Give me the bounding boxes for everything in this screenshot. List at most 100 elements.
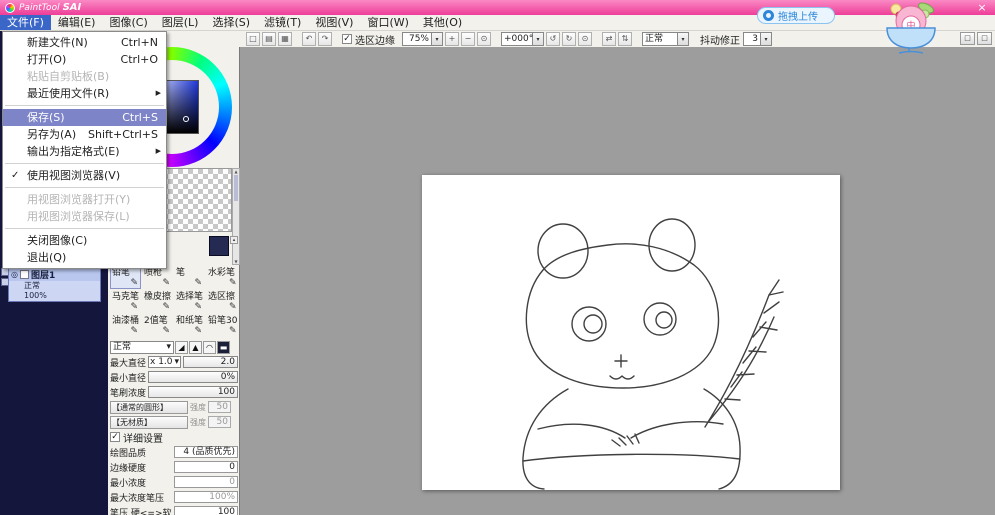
canvas-blend-select[interactable]: 正常 [642,32,678,46]
scroll-down-icon[interactable]: ▼ [233,259,239,264]
select-pen-icon: ✎ [195,302,203,312]
rotate-cw-button[interactable]: ↻ [562,32,576,46]
tool-pen[interactable]: 笔✎ [174,266,205,289]
menu-edit[interactable]: 编辑(E) [51,15,103,30]
selection-edge-checkbox[interactable]: ✓ [342,34,352,44]
layer-thumbnail[interactable] [20,270,29,279]
brush-texture-select[interactable]: 【无材质】 [110,416,188,429]
new-file-button[interactable]: □ [246,32,260,46]
quality-value[interactable]: 4 (品质优先) [174,446,238,458]
tool-select-pen[interactable]: 选择笔✎ [174,290,205,313]
scroll-up-icon[interactable]: ▲ [233,169,239,174]
tool-airbrush[interactable]: 喷枪✎ [142,266,173,289]
swatch-expand-icon[interactable]: ▴ [230,236,238,244]
tool-bucket[interactable]: 油漆桶✎ [110,314,141,337]
texture-strength-value[interactable]: 50 [208,416,231,428]
close-icon[interactable]: × [974,1,990,15]
brush-shape-select[interactable]: 【通常的圆形】 [110,401,188,414]
menu-view[interactable]: 视图(V) [308,15,360,30]
menu-item-close-image[interactable]: 关闭图像(C) [3,232,166,249]
selection-edge-toggle[interactable]: ✓ 选区边缘 [342,32,395,47]
stabilizer-dropdown-icon[interactable]: ▾ [761,32,772,46]
stabilizer-label: 抖动修正 [700,32,740,47]
menu-others[interactable]: 其他(O) [416,15,469,30]
brush-edge-shape-ramp[interactable]: ◢ [175,341,188,354]
current-color-swatch[interactable] [209,236,229,256]
marker-icon: ✎ [130,302,138,312]
toolbar-controls: □ ▤ ▦ ↶ ↷ ✓ 选区边缘 75% ▾ + − ⊙ +000° ▾ ↺ ↻… [246,32,774,47]
shape-strength-value[interactable]: 50 [208,401,231,413]
sv-marker[interactable] [183,116,189,122]
blend-dropdown-icon[interactable]: ▾ [678,32,689,46]
layer-entry[interactable]: ◎ 图层1 正常 100% [8,267,101,302]
menu-item-new-file[interactable]: 新建文件(N) Ctrl+N [3,34,166,51]
menu-layer[interactable]: 图层(L) [155,15,206,30]
tool-pencil[interactable]: 铅笔✎ [110,266,141,289]
undo-button[interactable]: ↶ [302,32,316,46]
menu-item-export-format[interactable]: 输出为指定格式(E) ▶ [3,143,166,160]
stabilizer-select[interactable]: 3 [743,32,761,46]
drawing-canvas[interactable] [422,175,840,490]
rotation-dropdown-icon[interactable]: ▾ [533,32,544,46]
menu-item-save-with-view-browser: 用视图浏览器保存(L) [3,208,166,225]
edge-hardness-value[interactable]: 0 [174,461,238,473]
flip-horizontal-button[interactable]: ⇄ [602,32,616,46]
painttool-sai-window: ◎ 图层1 正常 100% ▲ ▼ ▴ 铅笔✎ 喷枪✎ 笔✎ [0,0,995,515]
rotation-reset-button[interactable]: ⊙ [578,32,592,46]
menu-image[interactable]: 图像(C) [102,15,154,30]
brush-blend-select[interactable]: 正常 ▾ [110,341,174,354]
zoom-in-button[interactable]: + [445,32,459,46]
brush-edge-shape-triangle[interactable]: ▲ [189,341,202,354]
zoom-reset-button[interactable]: ⊙ [477,32,491,46]
zoom-out-button[interactable]: − [461,32,475,46]
rotate-ccw-button[interactable]: ↺ [546,32,560,46]
submenu-arrow-icon: ▶ [156,143,161,160]
open-file-button[interactable]: ▤ [262,32,276,46]
menu-separator [5,228,164,229]
zoom-field[interactable]: 75% [402,32,432,46]
max-density-pressure-value[interactable]: 100% [174,491,238,503]
redo-button[interactable]: ↷ [318,32,332,46]
pen-pressure-value[interactable]: 100 [174,506,238,515]
drag-upload-button[interactable]: 拖拽上传 [757,7,835,24]
brush-edge-shape-flat[interactable]: ▬ [217,341,230,354]
brush-density-slider[interactable]: 100 [148,386,238,398]
menu-filter[interactable]: 滤镜(T) [257,15,308,30]
doc-minimize-button[interactable]: □ [977,32,992,45]
save-file-button[interactable]: ▦ [278,32,292,46]
min-density-value[interactable]: 0 [174,476,238,488]
menu-item-save[interactable]: 保存(S) Ctrl+S [3,109,166,126]
doc-restore-button[interactable]: □ [960,32,975,45]
menu-select[interactable]: 选择(S) [205,15,257,30]
menu-item-open[interactable]: 打开(O) Ctrl+O [3,51,166,68]
mixer-scrollbar[interactable]: ▲ ▼ [232,168,240,265]
tool-select-eraser[interactable]: 选区擦✎ [206,290,239,313]
menu-item-save-as[interactable]: 另存为(A) Shift+Ctrl+S [3,126,166,143]
diameter-unit-select[interactable]: x 1.0 ▾ [148,356,181,368]
brush-density-label: 笔刷浓度 [110,386,146,399]
shape-strength-label: 强度 [190,402,206,413]
menu-file[interactable]: 文件(F) [0,15,51,30]
rotation-field[interactable]: +000° [501,32,533,46]
min-diameter-slider[interactable]: 0% [148,371,238,383]
flip-vertical-button[interactable]: ⇅ [618,32,632,46]
tool-binary-pen[interactable]: 2值笔✎ [142,314,173,337]
menu-window[interactable]: 窗口(W) [360,15,415,30]
edge-hardness-label: 边缘硬度 [110,461,174,474]
max-diameter-slider[interactable]: 2.0 [183,356,238,368]
mixer-scrollbar-thumb[interactable] [234,175,238,201]
menu-item-use-view-browser[interactable]: ✓ 使用视图浏览器(V) [3,167,166,184]
tool-pencil30[interactable]: 铅笔30✎ [206,314,239,337]
zoom-dropdown-icon[interactable]: ▾ [432,32,443,46]
menu-item-recent-files[interactable]: 最近使用文件(R) ▶ [3,85,166,102]
tool-paper-pen[interactable]: 和纸笔✎ [174,314,205,337]
tool-marker[interactable]: 马克笔✎ [110,290,141,313]
dropdown-arrow-icon: ▾ [174,357,179,367]
advanced-settings-checkbox[interactable]: ✓ [110,432,120,442]
menu-item-exit[interactable]: 退出(Q) [3,249,166,266]
tool-watercolor[interactable]: 水彩笔✎ [206,266,239,289]
layer-visibility-icon[interactable]: ◎ [11,270,18,280]
app-title-prefix: PaintTool [19,3,60,13]
tool-eraser[interactable]: 橡皮擦✎ [142,290,173,313]
brush-edge-shape-curve[interactable]: ◠ [203,341,216,354]
